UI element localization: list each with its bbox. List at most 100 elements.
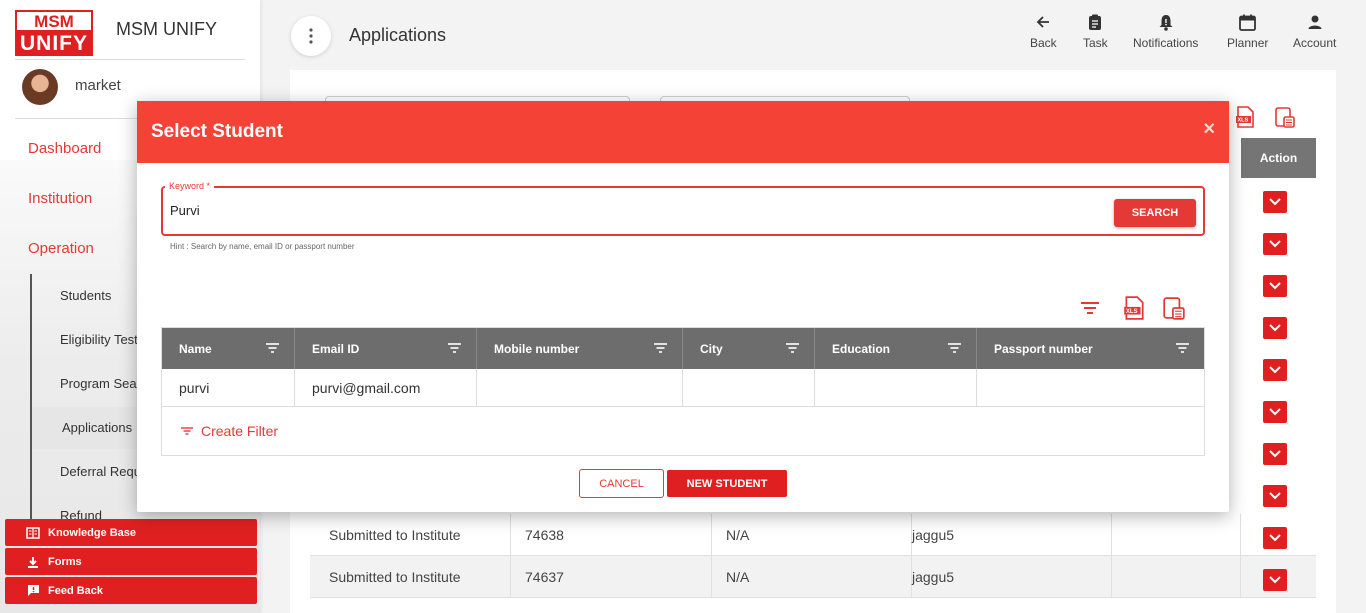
- download-icon: [26, 555, 40, 569]
- book-icon: [26, 526, 40, 540]
- column-menu-icon[interactable]: [948, 343, 961, 353]
- logo-top-text: MSM: [15, 10, 93, 32]
- excel-export-icon[interactable]: XLS: [1122, 296, 1146, 320]
- column-header-city[interactable]: City: [683, 328, 815, 369]
- column-menu-icon[interactable]: [266, 343, 279, 353]
- value-cell: N/A: [726, 569, 750, 585]
- cancel-button[interactable]: CANCEL: [579, 469, 664, 498]
- row-action-button[interactable]: [1263, 443, 1287, 465]
- csv-export-icon[interactable]: [1274, 106, 1296, 128]
- close-icon[interactable]: ×: [1203, 118, 1215, 141]
- education-cell: [815, 369, 977, 407]
- divider: [15, 59, 245, 60]
- passport-cell: [977, 369, 1204, 407]
- sidebar-item-applications[interactable]: Applications: [62, 420, 132, 435]
- dialog-title: Select Student: [151, 121, 283, 142]
- filter-icon[interactable]: [1078, 296, 1102, 320]
- column-divider: [711, 556, 712, 598]
- back-label: Back: [1030, 36, 1057, 50]
- column-menu-icon[interactable]: [786, 343, 799, 353]
- svg-text:XLS: XLS: [1126, 309, 1138, 315]
- excel-export-icon[interactable]: XLS: [1234, 106, 1256, 128]
- sidebar-item-dashboard[interactable]: Dashboard: [28, 140, 101, 157]
- bell-icon: [1133, 14, 1198, 36]
- feedback-button[interactable]: Feed Back: [5, 577, 257, 604]
- account-label: Account: [1293, 36, 1337, 50]
- row-action-button[interactable]: [1263, 359, 1287, 381]
- user-cell: jaggu5: [912, 527, 955, 543]
- grid-header: Name Email ID Mobile number City Educati…: [162, 328, 1204, 369]
- column-divider: [1240, 556, 1241, 598]
- clipboard-icon: [1083, 14, 1108, 36]
- row-action-button[interactable]: [1263, 191, 1287, 213]
- submenu-line: [30, 274, 32, 524]
- calendar-icon: [1227, 14, 1268, 36]
- planner-button[interactable]: Planner: [1227, 14, 1268, 50]
- email-cell: purvi@gmail.com: [295, 369, 477, 407]
- search-button[interactable]: SEARCH: [1114, 199, 1196, 227]
- column-header-label: Education: [832, 341, 891, 356]
- sidebar-item-eligibility-test[interactable]: Eligibility Test: [60, 332, 138, 347]
- column-header-email[interactable]: Email ID: [295, 328, 477, 369]
- forms-button[interactable]: Forms: [5, 548, 257, 575]
- column-menu-icon[interactable]: [654, 343, 667, 353]
- row-action-button[interactable]: [1263, 527, 1287, 549]
- column-divider: [711, 514, 712, 556]
- column-divider: [510, 556, 511, 598]
- id-cell: 74637: [525, 569, 564, 585]
- page-title: Applications: [349, 25, 447, 45]
- chevron-down-icon: [1269, 282, 1281, 290]
- notifications-button[interactable]: Notifications: [1133, 14, 1198, 50]
- column-menu-icon[interactable]: [1176, 343, 1189, 353]
- task-button[interactable]: Task: [1083, 14, 1108, 50]
- feedback-label: Feed Back: [48, 584, 104, 597]
- hint-text: Hint : Search by name, email ID or passp…: [170, 242, 355, 251]
- sidebar-item-institution[interactable]: Institution: [28, 190, 92, 207]
- id-cell: 74638: [525, 527, 564, 543]
- chevron-down-icon: [1269, 450, 1281, 458]
- action-column-header[interactable]: Action: [1241, 138, 1316, 178]
- row-action-button[interactable]: [1263, 485, 1287, 507]
- logo[interactable]: MSM UNIFY: [15, 10, 93, 56]
- csv-export-icon[interactable]: [1162, 296, 1186, 320]
- keyword-label: Keyword *: [165, 181, 215, 191]
- more-menu-button[interactable]: [291, 16, 331, 56]
- table-row[interactable]: Submitted to Institute 74637 N/A jaggu5: [310, 556, 1316, 598]
- column-header-label: Name: [179, 341, 212, 356]
- row-action-button[interactable]: [1263, 569, 1287, 591]
- student-grid: Name Email ID Mobile number City Educati…: [161, 327, 1205, 456]
- column-divider: [1111, 514, 1112, 556]
- username: market: [75, 77, 121, 94]
- row-action-button[interactable]: [1263, 317, 1287, 339]
- column-header-passport[interactable]: Passport number: [977, 328, 1204, 369]
- column-divider: [1111, 556, 1112, 598]
- row-action-button[interactable]: [1263, 233, 1287, 255]
- account-button[interactable]: Account: [1293, 14, 1336, 50]
- keyword-input[interactable]: [170, 203, 1070, 218]
- table-row[interactable]: Submitted to Institute 74638 N/A jaggu5: [310, 514, 1316, 556]
- column-menu-icon[interactable]: [448, 343, 461, 353]
- sidebar-item-operation[interactable]: Operation: [28, 240, 94, 257]
- new-student-button[interactable]: NEW STUDENT: [667, 470, 787, 497]
- table-row[interactable]: purvi purvi@gmail.com: [162, 369, 1204, 407]
- avatar[interactable]: [22, 69, 58, 105]
- sidebar-item-students[interactable]: Students: [60, 288, 111, 303]
- logo-bottom-text: UNIFY: [15, 32, 93, 56]
- status-cell: Submitted to Institute: [329, 569, 461, 585]
- column-header-label: Email ID: [312, 341, 360, 356]
- create-filter-label: Create Filter: [201, 423, 279, 439]
- svg-text:XLS: XLS: [1238, 118, 1249, 124]
- knowledge-base-button[interactable]: Knowledge Base: [5, 519, 257, 546]
- row-action-button[interactable]: [1263, 401, 1287, 423]
- create-filter-button[interactable]: Create Filter: [181, 423, 278, 439]
- city-cell: [683, 369, 815, 407]
- column-header-education[interactable]: Education: [815, 328, 977, 369]
- back-button[interactable]: Back: [1030, 14, 1057, 50]
- column-header-name[interactable]: Name: [162, 328, 295, 369]
- person-icon: [1293, 14, 1336, 36]
- column-header-mobile[interactable]: Mobile number: [477, 328, 683, 369]
- row-action-button[interactable]: [1263, 275, 1287, 297]
- column-divider: [1240, 514, 1241, 556]
- chevron-down-icon: [1269, 324, 1281, 332]
- name-cell: purvi: [162, 369, 295, 407]
